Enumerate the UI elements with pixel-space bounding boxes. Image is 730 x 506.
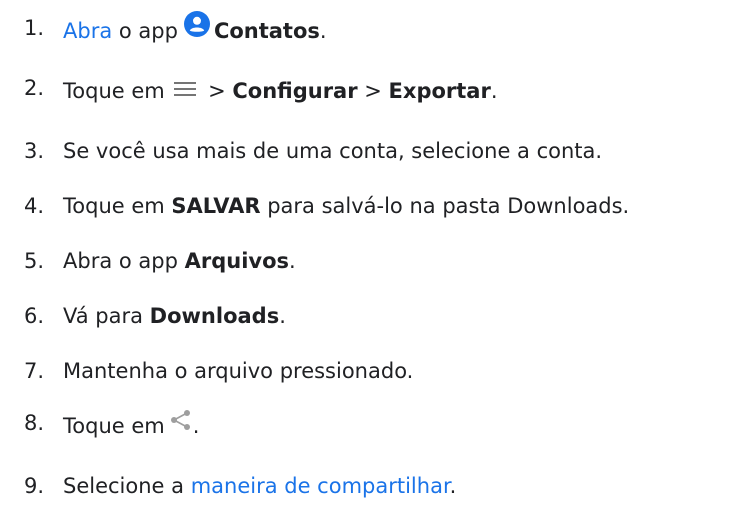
step-text: Toque em > Configurar > Exportar. bbox=[63, 71, 498, 112]
menu-item-configurar: Configurar bbox=[232, 79, 358, 103]
separator: > bbox=[201, 79, 233, 103]
step-number: 9. bbox=[24, 474, 45, 498]
step-text-part: Vá para bbox=[63, 304, 150, 328]
step-6: 6. Vá para Downloads. bbox=[0, 296, 730, 336]
step-punctuation: . bbox=[192, 414, 200, 438]
step-text-part: Toque em bbox=[63, 194, 172, 218]
step-text-part: Abra o app bbox=[63, 249, 185, 273]
instruction-steps-list: 1. Abra o app Contatos. 2. Toque em > Con… bbox=[0, 0, 730, 498]
contacts-icon bbox=[183, 10, 210, 50]
step-number: 6. bbox=[24, 304, 45, 328]
share-method-link[interactable]: maneira de compartilhar bbox=[191, 474, 450, 498]
step-text: Selecione a maneira de compartilhar. bbox=[63, 466, 456, 506]
menu-item-exportar: Exportar bbox=[388, 79, 491, 103]
step-number: 4. bbox=[24, 194, 45, 218]
step-punctuation: . bbox=[289, 249, 296, 273]
step-7: 7. Mantenha o arquivo pressionado. bbox=[0, 351, 730, 391]
step-5: 5. Abra o app Arquivos. bbox=[0, 241, 730, 281]
step-9: 9. Selecione a maneira de compartilhar. bbox=[0, 466, 730, 506]
step-text: Abra o app Contatos. bbox=[63, 11, 327, 52]
step-number: 5. bbox=[24, 249, 45, 273]
step-punctuation: . bbox=[319, 19, 327, 43]
step-4: 4. Toque em SALVAR para salvá-lo na past… bbox=[0, 186, 730, 226]
step-number: 2. bbox=[24, 76, 45, 100]
step-number: 8. bbox=[24, 411, 45, 435]
step-8: 8. Toque em. bbox=[0, 406, 730, 446]
step-punctuation: . bbox=[449, 474, 457, 498]
step-text: Abra o app Arquivos. bbox=[63, 241, 296, 281]
step-text-part: o app bbox=[112, 19, 178, 43]
step-text-part: Toque em bbox=[63, 79, 165, 103]
open-link[interactable]: Abra bbox=[63, 19, 112, 43]
step-text-part: Toque em bbox=[63, 414, 165, 438]
step-text: Toque em. bbox=[63, 406, 199, 447]
step-text-part: para salvá-lo na pasta Downloads. bbox=[260, 194, 630, 218]
step-text: Mantenha o arquivo pressionado. bbox=[63, 359, 414, 383]
app-name: Contatos bbox=[213, 19, 320, 43]
step-3: 3. Se você usa mais de uma conta, seleci… bbox=[0, 131, 730, 171]
save-label: SALVAR bbox=[171, 194, 261, 218]
share-icon bbox=[169, 405, 193, 445]
step-text: Vá para Downloads. bbox=[63, 296, 286, 336]
step-text-part: Selecione a bbox=[63, 474, 191, 498]
step-number: 3. bbox=[24, 139, 45, 163]
step-punctuation: . bbox=[279, 304, 286, 328]
step-number: 1. bbox=[24, 16, 45, 40]
step-2: 2. Toque em > Configurar > Exportar. bbox=[0, 71, 730, 111]
folder-name: Downloads bbox=[149, 304, 280, 328]
step-punctuation: . bbox=[490, 79, 498, 103]
separator: > bbox=[357, 79, 389, 103]
step-number: 7. bbox=[24, 359, 45, 383]
step-1: 1. Abra o app Contatos. bbox=[0, 11, 730, 51]
step-text: Se você usa mais de uma conta, selecione… bbox=[63, 139, 603, 163]
step-text: Toque em SALVAR para salvá-lo na pasta D… bbox=[63, 186, 629, 226]
menu-icon bbox=[173, 70, 197, 110]
app-name: Arquivos bbox=[184, 249, 290, 273]
